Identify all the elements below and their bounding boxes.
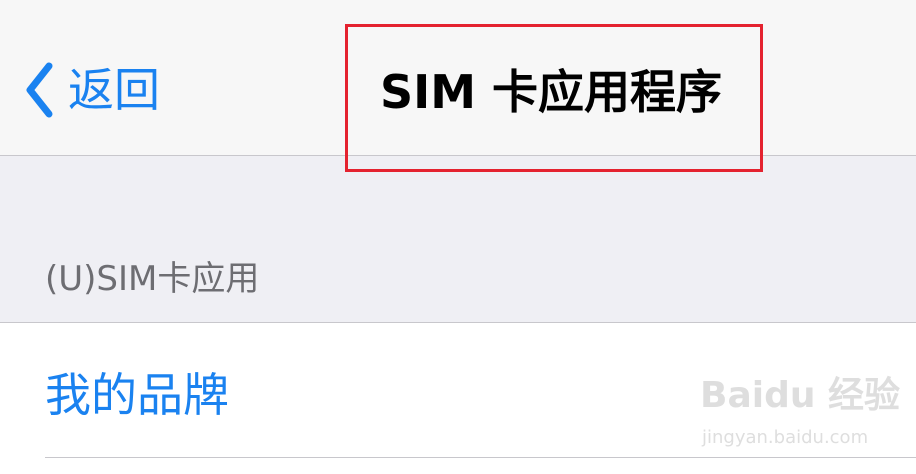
list-item-label: 我的品牌 xyxy=(45,368,229,422)
back-label: 返回 xyxy=(68,63,160,117)
watermark-url: jingyan.baidu.com xyxy=(702,427,869,448)
watermark-logo: Baidu 经验 xyxy=(700,375,901,416)
chevron-left-icon xyxy=(24,60,54,120)
section-header: (U)SIM卡应用 xyxy=(45,259,260,299)
title-highlight-box xyxy=(345,24,763,172)
back-button[interactable]: 返回 xyxy=(24,58,160,122)
watermark: Baidu 经验 jingyan.baidu.com xyxy=(700,372,900,462)
